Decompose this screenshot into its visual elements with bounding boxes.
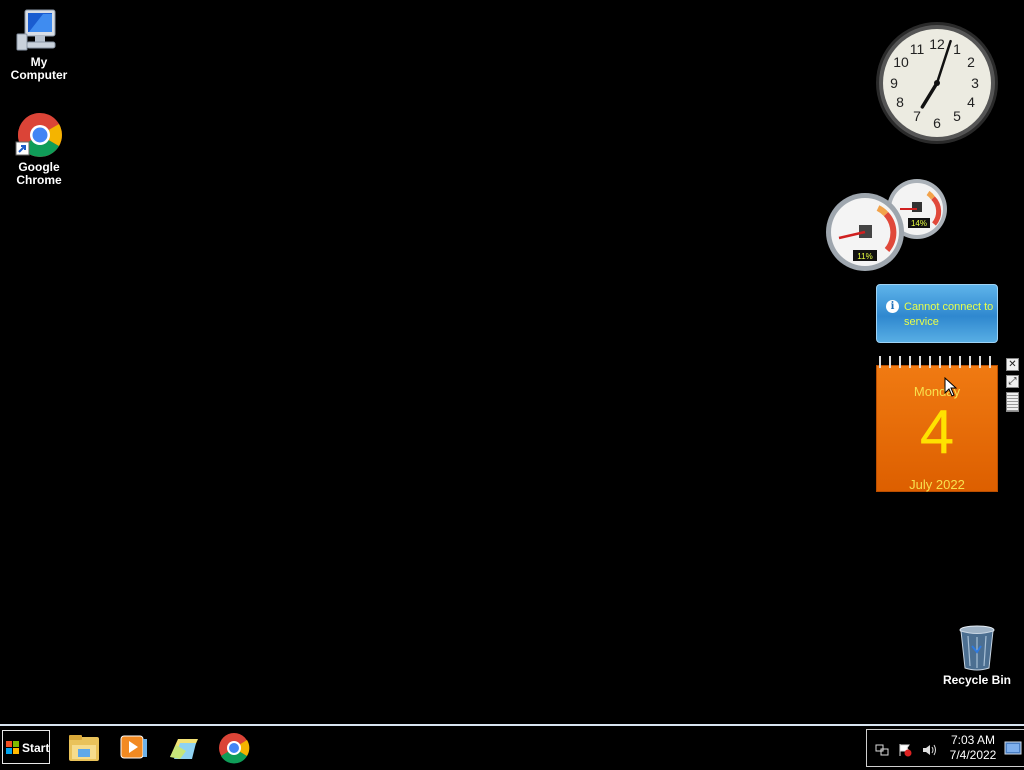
computer-icon	[16, 9, 56, 51]
weather-gadget[interactable]: i Cannot connect to service	[876, 284, 998, 343]
clock-numeral: 2	[967, 54, 975, 70]
network-icon[interactable]	[875, 743, 889, 757]
clock-numeral: 3	[971, 75, 979, 91]
mouse-cursor-icon	[944, 377, 958, 397]
volume-icon[interactable]	[922, 743, 938, 757]
action-center-flag-icon[interactable]	[898, 743, 912, 757]
show-desktop-icon[interactable]	[1004, 738, 1022, 760]
recycle-bin-desktop-icon[interactable]: Recycle Bin	[937, 624, 1017, 687]
desktop-icon-label: My Computer	[10, 55, 68, 82]
clock-numeral: 8	[896, 94, 904, 110]
windows-logo-icon	[6, 741, 19, 754]
clock-numeral: 6	[933, 115, 941, 131]
clock-gadget[interactable]: 12 1 2 3 4 5 6 7 8 9 10 11	[874, 20, 1000, 146]
close-gadget-button[interactable]: ✕	[1006, 358, 1019, 371]
desktop-icon-label: Recycle Bin	[942, 673, 1012, 687]
gadget-options-button[interactable]: ⤢	[1006, 375, 1019, 388]
notification-area: 7:03 AM 7/4/2022	[866, 729, 1024, 767]
close-icon: ✕	[1008, 359, 1017, 370]
my-computer-desktop-icon[interactable]: My Computer	[1, 8, 77, 82]
clock-numeral: 5	[953, 108, 961, 124]
gadget-toolbar: ✕ ⤢	[1006, 356, 1020, 412]
calendar-gadget[interactable]: Monday 4 July 2022	[876, 356, 998, 492]
start-button[interactable]: Start	[2, 730, 50, 764]
file-explorer-icon	[69, 735, 99, 761]
analog-clock-face: 12 1 2 3 4 5 6 7 8 9 10 11	[876, 22, 998, 144]
google-chrome-desktop-icon[interactable]: Google Chrome	[1, 111, 77, 187]
resize-icon: ⤢	[1008, 376, 1017, 387]
clock-numeral: 4	[967, 94, 975, 110]
calendar-spiral-rings	[879, 356, 997, 368]
clock-numeral: 12	[929, 36, 945, 52]
weather-status-message: Cannot connect to service	[904, 301, 994, 328]
taskbar-clock[interactable]: 7:03 AM 7/4/2022	[947, 733, 999, 763]
start-label: Start	[22, 741, 50, 755]
taskbar: Start 7:03 AM 7/4/2022	[0, 724, 1024, 768]
clock-numeral: 1	[953, 41, 961, 57]
windows-explorer-taskbar-button[interactable]	[166, 731, 202, 765]
calendar-page: Monday 4 July 2022	[876, 365, 998, 492]
calendar-month-year: July 2022	[909, 477, 965, 492]
file-explorer-taskbar-button[interactable]	[66, 731, 102, 765]
calendar-weekday: Monday	[913, 384, 961, 399]
desktop-icon-label: Google Chrome	[16, 160, 62, 187]
taskbar-date: 7/4/2022	[949, 748, 997, 762]
taskbar-time: 7:03 AM	[950, 733, 996, 747]
cpu-meter-gadget[interactable]: 14% 11%	[824, 178, 950, 272]
recycle-bin-icon	[959, 625, 995, 671]
cpu-chip-icon	[859, 225, 872, 238]
drag-gadget-handle[interactable]	[1006, 392, 1019, 412]
media-player-taskbar-button[interactable]	[116, 731, 152, 765]
chrome-icon	[219, 733, 250, 764]
chrome-taskbar-button[interactable]	[216, 731, 252, 765]
memory-chip-icon	[912, 202, 922, 212]
memory-percent: 14%	[911, 219, 927, 228]
windows-explorer-icon	[170, 739, 198, 759]
clock-numeral: 9	[890, 75, 898, 91]
media-player-icon	[120, 735, 147, 759]
cpu-percent: 11%	[857, 252, 872, 261]
clock-numeral: 10	[893, 54, 909, 70]
info-icon: i	[886, 300, 899, 313]
clock-numeral: 11	[910, 41, 925, 57]
clock-numeral: 7	[913, 108, 921, 124]
calendar-day-number: 4	[919, 398, 955, 467]
chrome-icon	[15, 113, 62, 157]
